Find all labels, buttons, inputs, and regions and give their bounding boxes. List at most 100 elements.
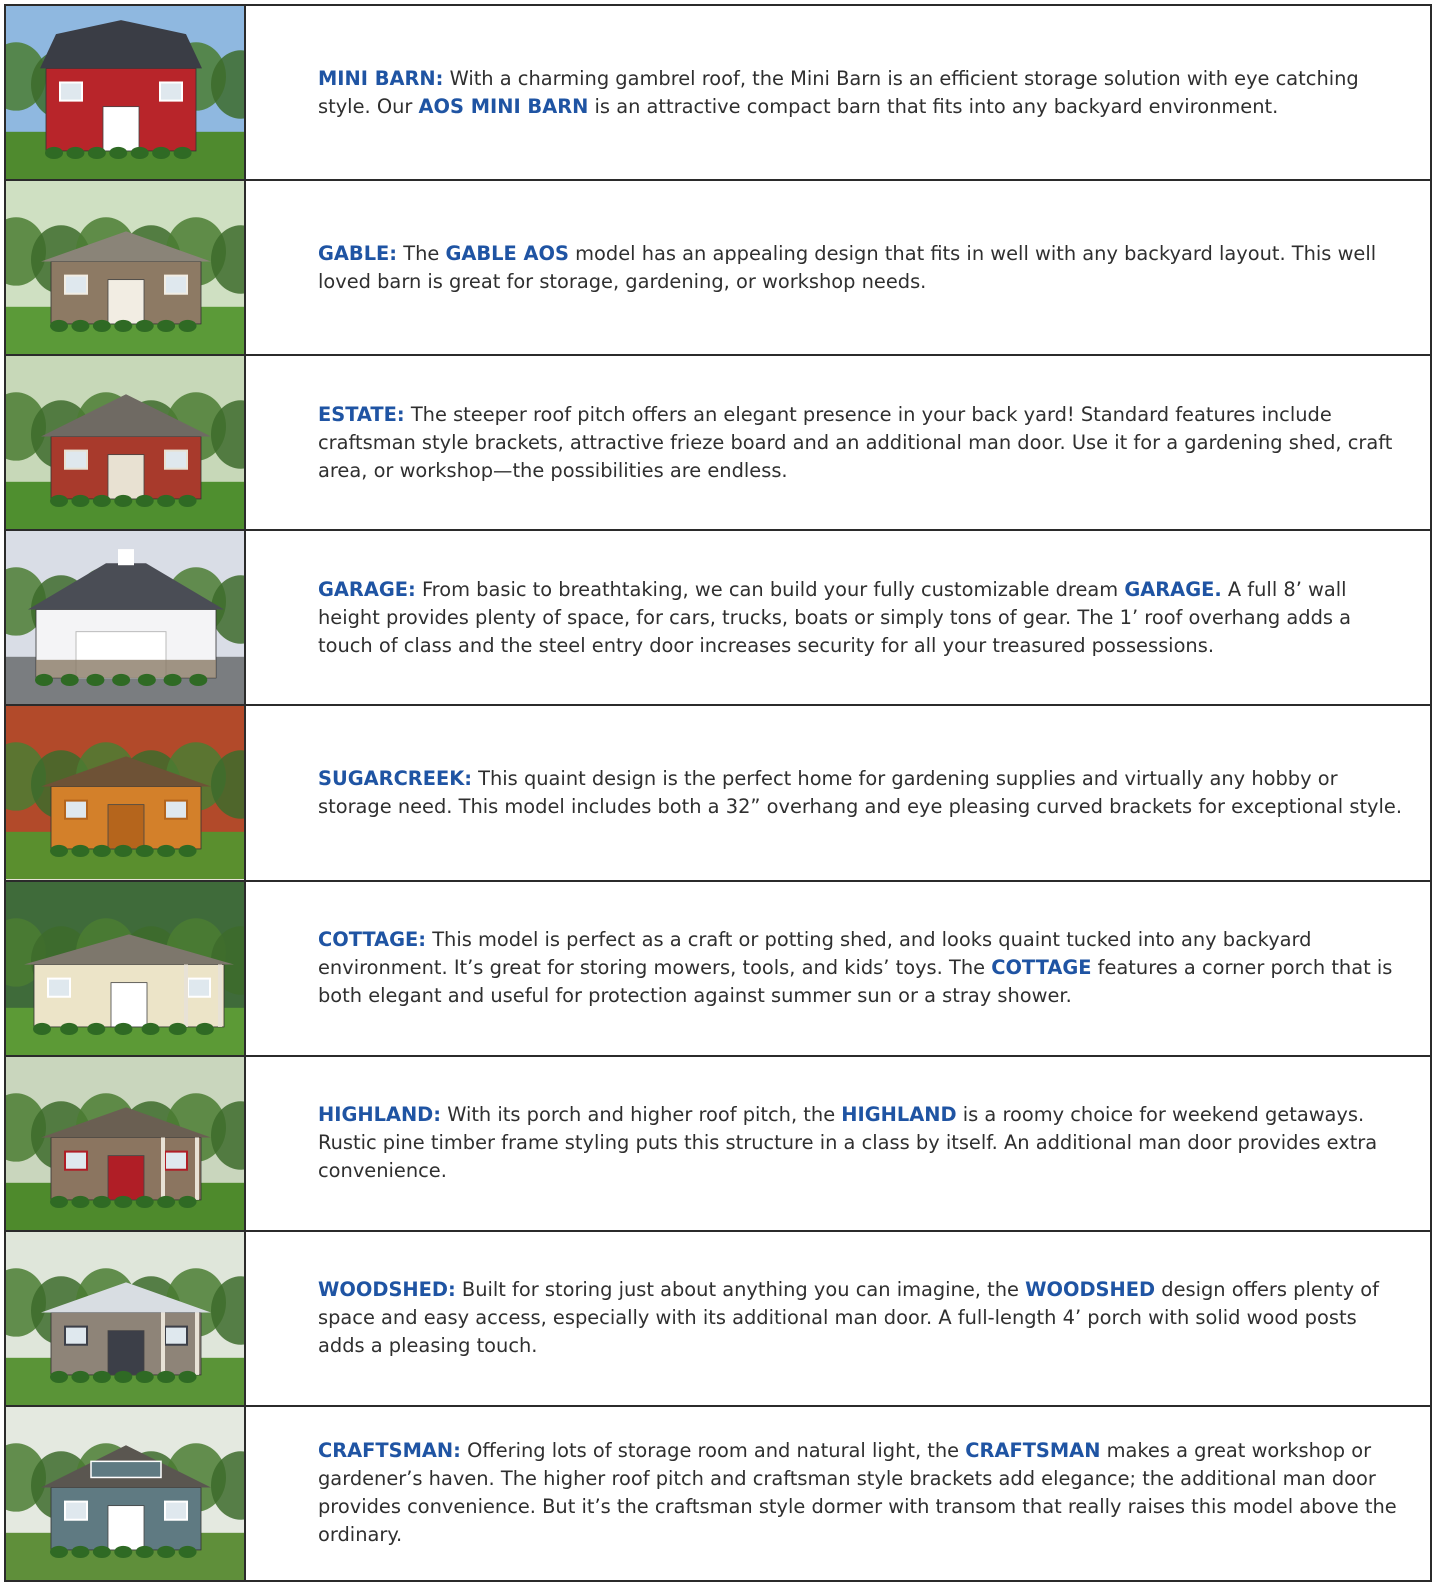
- shed-window: [187, 977, 211, 998]
- shrub: [178, 845, 197, 858]
- shrub: [50, 1195, 68, 1208]
- porch-post: [184, 964, 188, 1027]
- shed-window: [64, 274, 88, 295]
- shed-door: [107, 1329, 145, 1376]
- model-row-sugarcreek: SUGARCREEK: This quaint design is the pe…: [6, 706, 1430, 882]
- model-name-keyword: GABLE:: [318, 241, 398, 265]
- description-text: ESTATE: The steeper roof pitch offers an…: [318, 401, 1404, 485]
- description-segment: Built for storing just about anything yo…: [455, 1278, 1026, 1302]
- shrub: [157, 1195, 176, 1208]
- shed-window: [164, 800, 188, 821]
- shrub: [87, 1022, 106, 1035]
- description-text: WOODSHED: Built for storing just about a…: [318, 1276, 1404, 1360]
- model-name-keyword: WOODSHED: [1025, 1278, 1156, 1302]
- description-segment: is an attractive compact barn that fits …: [588, 94, 1279, 118]
- description-text: MINI BARN: With a charming gambrel roof,…: [318, 65, 1404, 121]
- shrub: [135, 845, 154, 858]
- shed-door: [102, 106, 140, 152]
- shed-illustration: [6, 1406, 244, 1580]
- shrub: [112, 674, 131, 687]
- shrub: [141, 1022, 160, 1035]
- model-name-keyword: GABLE AOS: [445, 241, 569, 265]
- description-text: COTTAGE: This model is perfect as a craf…: [318, 926, 1404, 1010]
- shrub: [135, 1545, 154, 1558]
- shrub: [45, 146, 63, 159]
- model-photo: [6, 706, 246, 880]
- shrub: [114, 319, 133, 333]
- model-description: WOODSHED: Built for storing just about a…: [246, 1232, 1430, 1405]
- shed-window: [164, 274, 188, 295]
- shed-door: [107, 804, 145, 850]
- model-name-keyword: HIGHLAND:: [318, 1103, 442, 1127]
- shrub: [66, 146, 85, 159]
- shrub: [92, 495, 111, 508]
- description-text: GABLE: The GABLE AOS model has an appeal…: [318, 240, 1404, 296]
- shrub: [178, 319, 197, 333]
- shrub: [71, 845, 90, 858]
- shed-door: [107, 454, 145, 500]
- shed-illustration: [6, 881, 244, 1055]
- shrub: [178, 495, 197, 508]
- shrub: [33, 1022, 51, 1035]
- cupola: [118, 549, 134, 566]
- shrub: [114, 1370, 133, 1383]
- shed-window: [164, 1500, 188, 1521]
- porch-post: [161, 1312, 165, 1375]
- model-row-garage: GARAGE: From basic to breathtaking, we c…: [6, 531, 1430, 707]
- model-row-highland: HIGHLAND: With its porch and higher roof…: [6, 1056, 1430, 1232]
- shed-illustration: [6, 6, 244, 180]
- shrub: [114, 1022, 133, 1035]
- shed-window: [64, 449, 88, 470]
- description-segment: This quaint design is the perfect home f…: [318, 766, 1402, 818]
- shrub: [87, 146, 106, 159]
- shed-window: [164, 449, 188, 470]
- shrub: [35, 674, 53, 687]
- description-segment: The steeper roof pitch offers an elegant…: [318, 402, 1393, 482]
- shrub: [86, 674, 105, 687]
- shrub: [71, 1195, 90, 1208]
- shrub: [50, 319, 68, 333]
- model-name-keyword: GARAGE.: [1124, 577, 1222, 601]
- shrub: [60, 1022, 79, 1035]
- shrub: [114, 1195, 133, 1208]
- shrub: [135, 1370, 154, 1383]
- model-row-gable: GABLE: The GABLE AOS model has an appeal…: [6, 181, 1430, 357]
- description-text: SUGARCREEK: This quaint design is the pe…: [318, 765, 1404, 821]
- shrub: [71, 495, 90, 508]
- shed-illustration: [6, 181, 244, 355]
- model-description: COTTAGE: This model is perfect as a craf…: [246, 882, 1430, 1055]
- shrub: [114, 1545, 133, 1558]
- shrub: [92, 845, 111, 858]
- description-segment: With its porch and higher roof pitch, th…: [441, 1103, 842, 1127]
- shrub: [92, 319, 111, 333]
- shed-door: [107, 279, 145, 325]
- shrub: [163, 674, 182, 687]
- model-photo: [6, 531, 246, 705]
- shed-door: [110, 981, 148, 1027]
- description-segment: Offering lots of storage room and natura…: [460, 1439, 966, 1463]
- model-name-keyword: CRAFTSMAN: [965, 1439, 1101, 1463]
- model-description: GABLE: The GABLE AOS model has an appeal…: [246, 181, 1430, 354]
- shrub: [157, 319, 176, 333]
- model-row-woodshed: WOODSHED: Built for storing just about a…: [6, 1231, 1430, 1407]
- model-name-keyword: AOS MINI BARN: [418, 94, 589, 118]
- model-row-estate: ESTATE: The steeper roof pitch offers an…: [6, 356, 1430, 532]
- shrub: [92, 1370, 111, 1383]
- shed-illustration: [6, 531, 244, 705]
- shrub: [157, 1545, 176, 1558]
- model-photo: [6, 1056, 246, 1230]
- shrub: [137, 674, 156, 687]
- model-name-keyword: COTTAGE:: [318, 928, 427, 952]
- model-name-keyword: CRAFTSMAN:: [318, 1439, 461, 1463]
- shrub: [135, 319, 154, 333]
- shed-models-table: MINI BARN: With a charming gambrel roof,…: [4, 4, 1432, 1582]
- porch-post: [195, 1312, 199, 1375]
- model-photo: [6, 6, 246, 180]
- shrub: [50, 845, 68, 858]
- model-photo: [6, 1231, 246, 1405]
- shrub: [157, 1370, 176, 1383]
- description-text: GARAGE: From basic to breathtaking, we c…: [318, 576, 1404, 660]
- description-text: HIGHLAND: With its porch and higher roof…: [318, 1101, 1404, 1185]
- shed-illustration: [6, 1231, 244, 1405]
- shed-window: [159, 81, 183, 102]
